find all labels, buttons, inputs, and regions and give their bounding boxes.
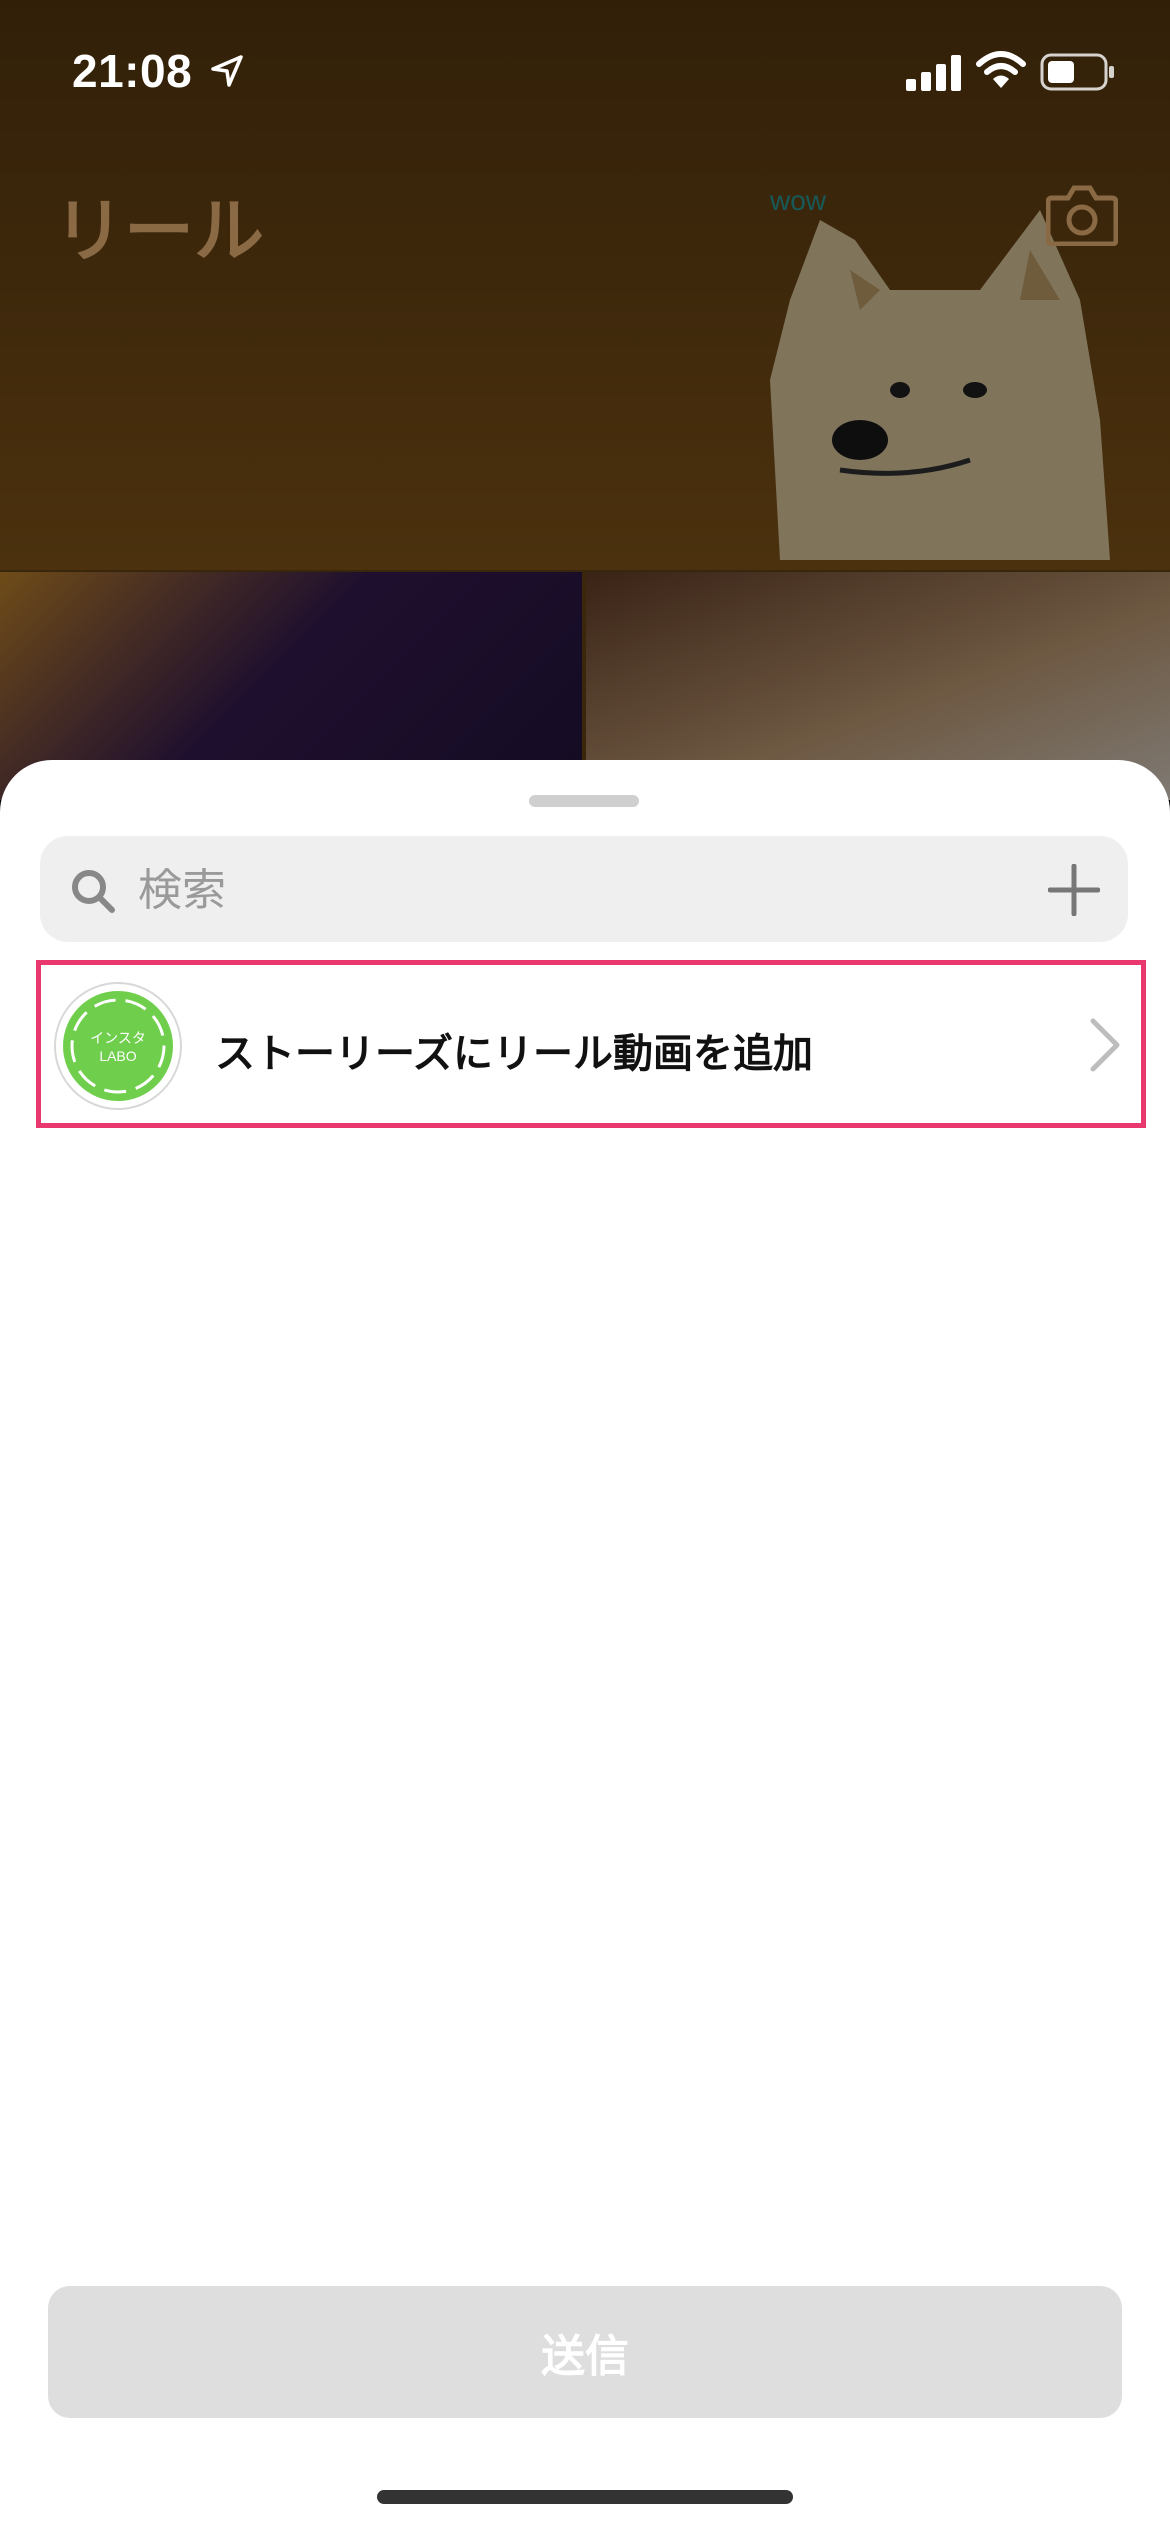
avatar: インスタ LABO <box>53 981 183 1111</box>
search-icon <box>72 870 115 913</box>
location-arrow-icon <box>211 55 243 87</box>
sheet-grabber-handle[interactable] <box>529 795 639 807</box>
cellular-signal-icon <box>906 55 961 91</box>
add-reel-to-stories-item[interactable]: インスタ LABO ストーリーズにリール動画を追加 <box>36 960 1146 1128</box>
send-button[interactable]: 送信 <box>48 2286 1122 2418</box>
camera-icon[interactable] <box>1046 182 1118 246</box>
search-input[interactable] <box>136 854 1020 926</box>
avatar-text: インスタ LABO <box>90 1030 146 1064</box>
chevron-right-icon <box>1090 1018 1120 1072</box>
status-time: 21:08 <box>72 45 193 97</box>
status-bar: 21:08 <box>0 0 1170 140</box>
page-title: リール <box>54 190 264 272</box>
wifi-icon <box>976 51 1026 88</box>
share-bottom-sheet: インスタ LABO ストーリーズにリール動画を追加 送信 <box>0 760 1170 2532</box>
home-indicator[interactable] <box>377 2490 793 2504</box>
plus-icon[interactable] <box>1048 864 1100 916</box>
battery-icon <box>1040 53 1114 91</box>
item-label: ストーリーズにリール動画を追加 <box>215 1031 813 1077</box>
search-bar[interactable] <box>40 836 1128 942</box>
